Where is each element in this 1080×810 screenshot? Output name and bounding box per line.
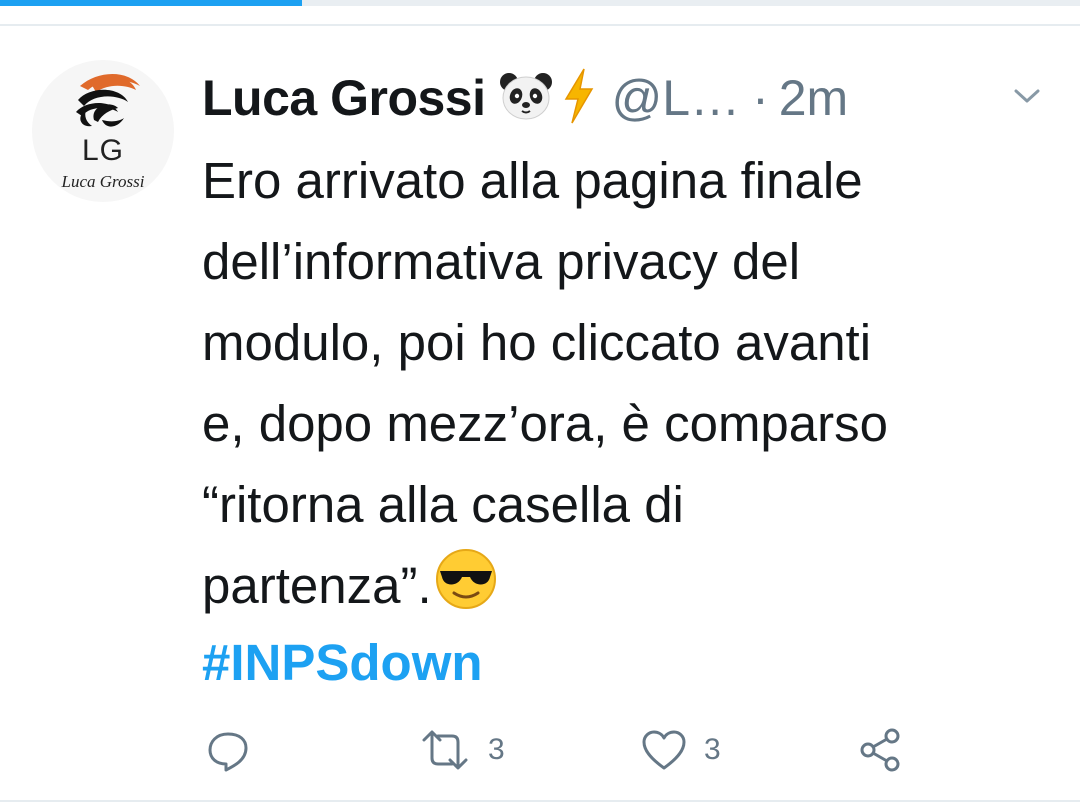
tweet-text-line: e, dopo mezz’ora, è comparso (202, 395, 889, 452)
chevron-down-icon[interactable] (1012, 86, 1042, 106)
user-handle[interactable]: @L… (612, 69, 741, 127)
retweet-count: 3 (488, 733, 505, 766)
top-divider (0, 24, 1080, 26)
tweet-text-line: partenza”. (202, 557, 432, 614)
share-icon (860, 728, 900, 772)
heart-icon (642, 730, 686, 770)
tweet-text-line: Ero arrivato alla pagina finale (202, 152, 863, 209)
panda-icon (498, 71, 554, 126)
tweet-text-line: modulo, poi ho cliccato avanti (202, 314, 872, 371)
avatar[interactable]: LG Luca Grossi (32, 60, 174, 202)
retweet-button[interactable]: 3 (418, 722, 505, 778)
tweet-header: Luca Grossi @L… · 2m (202, 66, 1052, 130)
loading-progress-bar (0, 0, 1080, 6)
avatar-signature: Luca Grossi (61, 172, 145, 191)
loading-progress-fill (0, 0, 303, 6)
like-button[interactable]: 3 (640, 722, 721, 778)
tweet-text-line: dell’informativa privacy del (202, 233, 801, 290)
share-button[interactable] (856, 722, 904, 778)
tweet-screen: LG Luca Grossi Luca Grossi @L… · 2m Ero … (0, 0, 1080, 810)
tweet-text: Ero arrivato alla pagina finale dell’inf… (202, 140, 1062, 626)
separator-dot: · (752, 70, 769, 126)
tweet-text-line-last: partenza”. (202, 545, 1062, 626)
display-name[interactable]: Luca Grossi (202, 69, 486, 127)
reply-button[interactable] (204, 722, 252, 778)
reply-icon (208, 732, 248, 772)
bottom-divider (0, 800, 1080, 802)
sunglasses-emoji-icon (434, 547, 498, 634)
retweet-icon (422, 730, 468, 770)
like-count: 3 (704, 733, 721, 766)
hashtag-link[interactable]: #INPSdown (202, 622, 483, 703)
avatar-initials: LG (81, 134, 125, 167)
lightning-icon (562, 67, 596, 130)
tweet-text-line: “ritorna alla casella di (202, 476, 684, 533)
tweet-timestamp[interactable]: 2m (779, 69, 848, 127)
